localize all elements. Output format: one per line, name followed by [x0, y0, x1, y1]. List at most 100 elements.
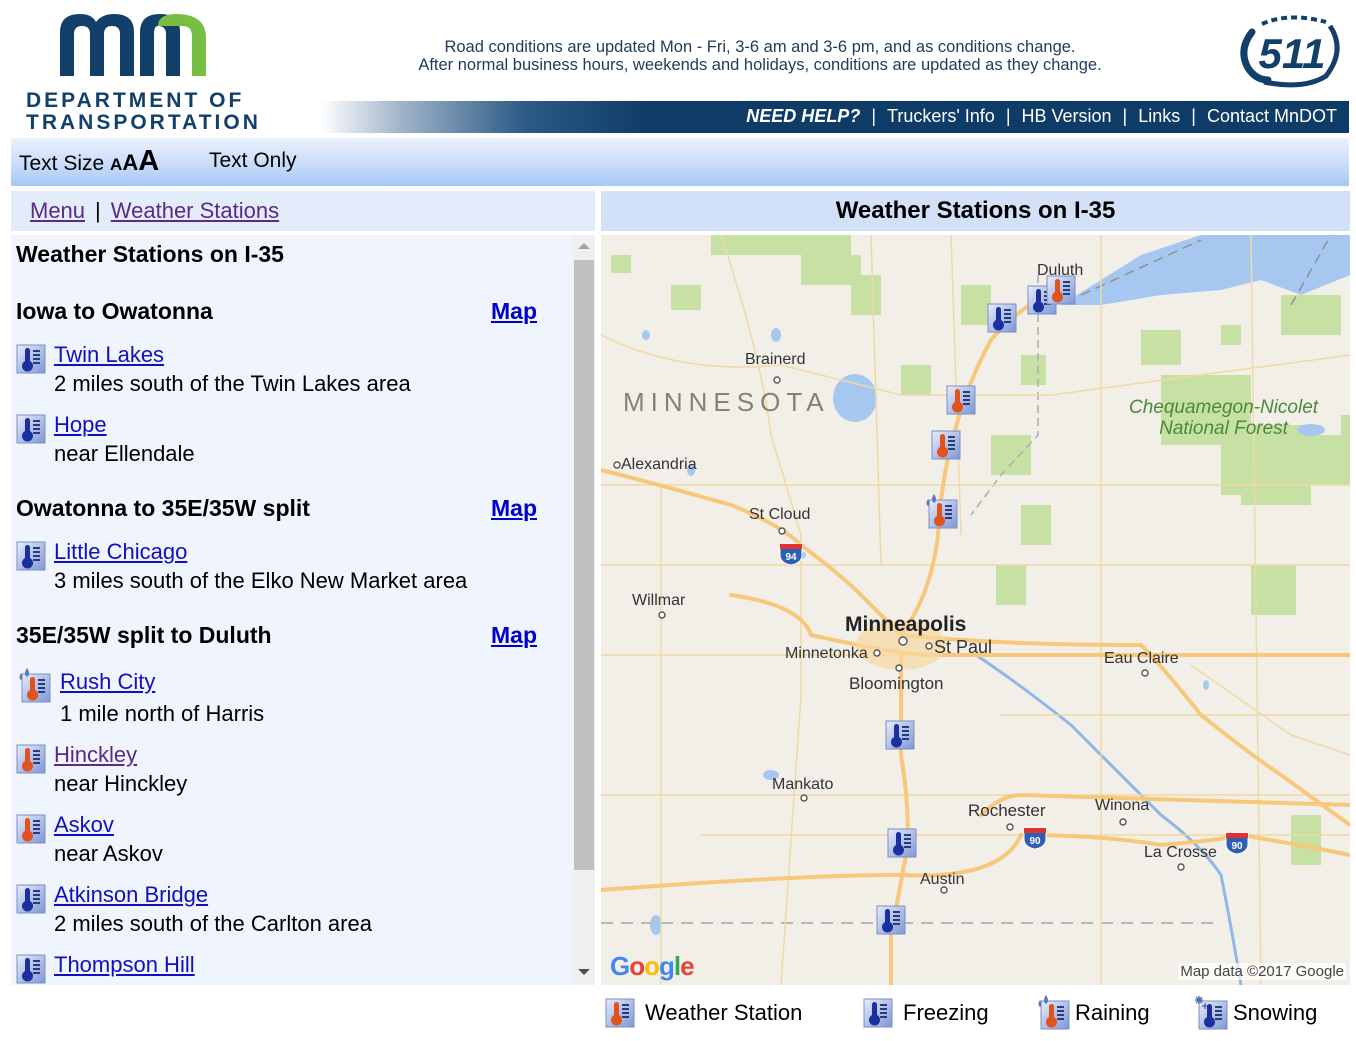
station-location: 1 mile north of Harris	[60, 701, 265, 726]
interstate-94-shield-icon: 94	[779, 543, 803, 565]
map-marker-freezing[interactable]	[876, 905, 906, 935]
mndot-logo[interactable]: DEPARTMENT OF TRANSPORTATION	[12, 10, 258, 134]
logo-wordmark: DEPARTMENT OF TRANSPORTATION	[26, 90, 261, 134]
station-link[interactable]: Rush City	[60, 669, 155, 695]
text-size-small-button[interactable]: A	[110, 155, 122, 174]
i90-shield-label: 90	[1029, 836, 1041, 847]
breadcrumb-menu-link[interactable]: Menu	[30, 198, 85, 223]
station-location: near Hinckley	[54, 771, 188, 796]
map-title: Weather Stations on I-35	[601, 191, 1350, 231]
map-legend: Weather Station Freezing Raining Snowing	[601, 990, 1350, 1035]
station-link[interactable]: Little Chicago	[54, 539, 187, 565]
raining-thermometer-icon	[16, 667, 52, 703]
section-map-link[interactable]: Map	[491, 622, 537, 649]
map-label-minnetonka: Minnetonka	[785, 645, 868, 662]
svg-text:511: 511	[1259, 30, 1326, 77]
i94-shield-label: 94	[785, 552, 797, 563]
station-location: 2 miles south of the Carlton area	[54, 911, 372, 936]
list-scrollbar[interactable]	[573, 235, 595, 985]
station-link[interactable]: Askov	[54, 812, 114, 838]
map-label-rochester: Rochester	[968, 801, 1046, 820]
station-location: 3 miles south of the Elko New Market are…	[54, 568, 468, 593]
scroll-down-arrow-icon[interactable]	[578, 969, 590, 975]
map-marker-freezing[interactable]	[987, 303, 1017, 333]
scrollbar-thumb[interactable]	[574, 260, 594, 870]
section-title: Iowa to Owatonna	[16, 298, 213, 324]
forest-label-line-1: Chequamegon-Nicolet	[1129, 397, 1319, 418]
map-label-eau-claire: Eau Claire	[1104, 650, 1179, 667]
raining-thermometer-icon	[1035, 994, 1071, 1030]
map-label-austin: Austin	[920, 871, 965, 888]
map-marker-raining[interactable]	[923, 493, 959, 529]
station-link[interactable]: Atkinson Bridge	[54, 882, 208, 908]
scroll-up-arrow-icon[interactable]	[578, 243, 590, 249]
station-link[interactable]: Hinckley	[54, 742, 137, 768]
text-only-link[interactable]: Text Only	[209, 146, 297, 176]
freezing-thermometer-icon	[16, 541, 46, 571]
list-title: Weather Stations on I-35	[16, 241, 284, 267]
station-link[interactable]: Hope	[54, 412, 107, 438]
truckers-info-link[interactable]: Truckers' Info	[887, 106, 995, 126]
legend-label: Snowing	[1233, 1000, 1318, 1025]
need-help-link[interactable]: NEED HELP?	[746, 106, 860, 126]
weather-station-thermometer-icon	[605, 998, 635, 1028]
links-link[interactable]: Links	[1138, 106, 1180, 126]
nav-separator: |	[1005, 106, 1011, 126]
freezing-thermometer-icon	[863, 998, 893, 1028]
breadcrumb-separator: |	[95, 198, 101, 223]
logo-line-1: DEPARTMENT OF	[26, 89, 245, 112]
map-label-alexandria: Alexandria	[621, 456, 697, 473]
freezing-thermometer-icon	[16, 954, 46, 984]
section-heading-iowa-to-owatonna: Iowa to Owatonna Map	[16, 298, 541, 325]
notice-line-1: Road conditions are updated Mon - Fri, 3…	[444, 38, 1076, 56]
station-link[interactable]: Thompson Hill	[54, 952, 195, 978]
map-marker-weather-station[interactable]	[931, 430, 961, 460]
map-label-minnesota: MINNESOTA	[623, 387, 830, 417]
text-size-medium-button[interactable]: A	[122, 150, 138, 175]
map-marker-weather-station[interactable]	[1046, 275, 1076, 305]
weather-station-thermometer-icon	[16, 744, 46, 774]
forest-label-line-2: National Forest	[1159, 418, 1288, 439]
511-badge-icon[interactable]: 511	[1234, 10, 1344, 88]
map-label-la-crosse: La Crosse	[1144, 844, 1217, 861]
freezing-thermometer-icon	[16, 414, 46, 444]
text-size-control: Text Size AAA	[19, 146, 159, 180]
map-label-minneapolis: Minneapolis	[845, 613, 967, 636]
freezing-thermometer-icon	[16, 344, 46, 374]
weather-station-thermometer-icon	[16, 814, 46, 844]
legend-label: Raining	[1075, 1000, 1150, 1025]
breadcrumb: Menu | Weather Stations	[30, 198, 279, 224]
legend-label: Freezing	[903, 1000, 989, 1025]
station-location: near Ellendale	[54, 441, 195, 466]
section-map-link[interactable]: Map	[491, 495, 537, 522]
map-label-forest: Chequamegon-Nicolet National Forest	[1129, 397, 1318, 439]
text-size-large-button[interactable]: A	[138, 145, 159, 177]
interstate-90-shield-icon: 90	[1225, 832, 1249, 854]
map-label-bloomington: Bloomington	[849, 674, 944, 693]
google-logo[interactable]: Google	[610, 951, 695, 982]
contact-mndot-link[interactable]: Contact MnDOT	[1207, 106, 1337, 126]
section-heading-owatonna-to-split: Owatonna to 35E/35W split Map	[16, 495, 541, 522]
map-marker-weather-station[interactable]	[946, 385, 976, 415]
logo-line-2: TRANSPORTATION	[26, 111, 261, 134]
notice-line-2: After normal business hours, weekends an…	[418, 56, 1102, 74]
nav-separator: |	[871, 106, 876, 126]
station-link[interactable]: Twin Lakes	[54, 342, 164, 368]
breadcrumb-weather-stations-link[interactable]: Weather Stations	[111, 198, 279, 223]
update-notice: Road conditions are updated Mon - Fri, 3…	[360, 38, 1160, 74]
map-label-st-cloud: St Cloud	[749, 506, 811, 523]
text-size-label: Text Size	[19, 152, 105, 175]
map-label-st-paul: St Paul	[934, 637, 993, 657]
top-nav-links: NEED HELP? | Truckers' Info | HB Version | Lin…	[746, 101, 1337, 133]
map-marker-freezing[interactable]	[887, 828, 917, 858]
hb-version-link[interactable]: HB Version	[1022, 106, 1112, 126]
map-label-winona: Winona	[1095, 797, 1150, 814]
station-map[interactable]: MINNESOTA Duluth Brainerd Alexandria St …	[601, 235, 1350, 985]
site-header: DEPARTMENT OF TRANSPORTATION Road condit…	[0, 0, 1356, 136]
section-title: Owatonna to 35E/35W split	[16, 495, 310, 521]
mn-logo-mark-icon	[60, 14, 206, 76]
map-basemap	[601, 235, 1350, 985]
station-list-panel: Weather Stations on I-35 Iowa to Owatonn…	[11, 235, 595, 985]
map-marker-freezing[interactable]	[885, 720, 915, 750]
section-map-link[interactable]: Map	[491, 298, 537, 325]
